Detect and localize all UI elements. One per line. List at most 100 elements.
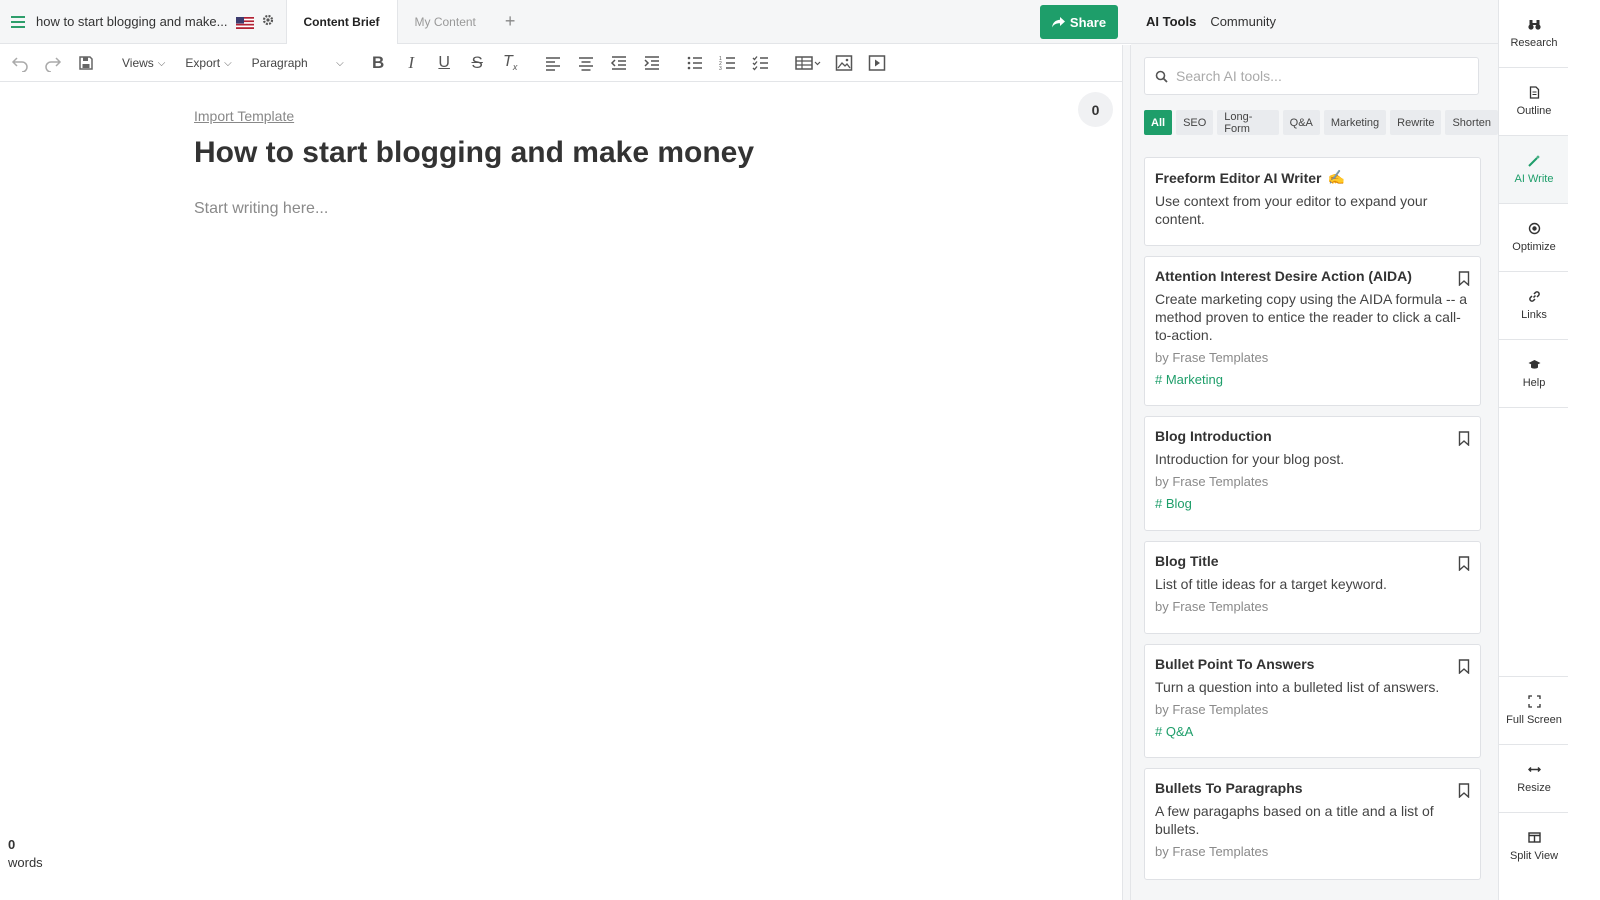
filter-marketing[interactable]: Marketing — [1323, 110, 1387, 135]
bookmark-icon[interactable] — [1458, 271, 1470, 286]
target-icon — [1528, 222, 1540, 235]
filter-all[interactable]: All — [1144, 110, 1173, 135]
sidebar-label: AI Write — [1514, 173, 1554, 185]
page-scrollbar[interactable] — [1568, 0, 1600, 900]
filter-shorten[interactable]: Shorten — [1445, 110, 1498, 135]
paragraph-style-select[interactable]: Paragraph ⌵ — [242, 47, 354, 80]
redo-icon[interactable] — [36, 47, 69, 80]
bookmark-icon[interactable] — [1458, 556, 1470, 571]
sidebar-item-optimize[interactable]: Optimize — [1499, 204, 1569, 272]
expand-icon — [1527, 695, 1541, 708]
undo-icon[interactable] — [3, 47, 36, 80]
bold-icon[interactable]: B — [362, 47, 395, 80]
paragraph-label: Paragraph — [251, 56, 308, 70]
editor-area[interactable]: Import Template 0 How to start blogging … — [0, 82, 1122, 900]
writing-hand-icon: ✍️ — [1327, 169, 1345, 185]
document-title[interactable]: how to start blogging and make... — [36, 14, 228, 29]
hamburger-menu-icon[interactable] — [0, 0, 36, 44]
import-template-link[interactable]: Import Template — [194, 108, 294, 124]
word-count-label: words — [8, 855, 43, 870]
tab-community[interactable]: Community — [1210, 14, 1276, 29]
template-card[interactable]: Bullets To Paragraphs A few paragaphs ba… — [1144, 768, 1481, 880]
tab-my-content[interactable]: My Content — [398, 0, 493, 44]
image-icon[interactable] — [828, 47, 861, 80]
card-title: Blog Introduction — [1155, 428, 1272, 444]
align-center-icon[interactable] — [570, 47, 603, 80]
document-heading[interactable]: How to start blogging and make money — [194, 136, 754, 170]
link-icon — [1528, 291, 1540, 302]
sidebar-item-resize[interactable]: Resize — [1499, 744, 1569, 812]
template-card[interactable]: Bullet Point To Answers Turn a question … — [1144, 644, 1481, 758]
share-button[interactable]: Share — [1040, 5, 1118, 39]
export-dropdown[interactable]: Export ⌵ — [175, 47, 241, 80]
clear-format-icon[interactable]: Tx — [494, 47, 527, 80]
tab-ai-tools[interactable]: AI Tools — [1146, 14, 1196, 29]
bookmark-icon[interactable] — [1458, 431, 1470, 446]
counter-badge[interactable]: 0 — [1078, 92, 1113, 127]
sidebar-item-help[interactable]: Help — [1499, 340, 1569, 408]
italic-icon[interactable]: I — [395, 47, 428, 80]
card-author: by Frase Templates — [1155, 844, 1269, 859]
outdent-icon[interactable] — [603, 47, 636, 80]
search-ai-tools[interactable] — [1144, 57, 1479, 95]
sidebar-item-research[interactable]: Research — [1499, 0, 1569, 68]
align-left-icon[interactable] — [537, 47, 570, 80]
checklist-icon[interactable] — [745, 47, 778, 80]
views-dropdown[interactable]: Views ⌵ — [112, 47, 175, 80]
table-icon[interactable] — [788, 47, 828, 80]
editor-toolbar: Views ⌵ Export ⌵ Paragraph ⌵ B I U S Tx … — [0, 45, 1122, 82]
filter-long-form[interactable]: Long-Form — [1217, 110, 1279, 135]
share-icon — [1051, 16, 1065, 27]
sidebar-bottom-actions: Full Screen Resize Split View — [1499, 676, 1569, 880]
card-description: Use context from your editor to expand y… — [1155, 193, 1428, 227]
bookmark-icon[interactable] — [1458, 659, 1470, 674]
graduation-cap-icon — [1528, 360, 1540, 369]
filter-qa[interactable]: Q&A — [1282, 110, 1320, 135]
sidebar-label: Full Screen — [1506, 714, 1562, 726]
card-tag[interactable]: # Blog — [1155, 496, 1470, 511]
chevron-down-icon: ⌵ — [336, 57, 344, 69]
numbered-list-icon[interactable]: 123 — [712, 47, 745, 80]
filter-chips: All SEO Long-Form Q&A Marketing Rewrite … — [1144, 110, 1498, 135]
video-icon[interactable] — [861, 47, 894, 80]
template-card[interactable]: Blog Introduction Introduction for your … — [1144, 416, 1481, 531]
search-input[interactable] — [1176, 68, 1466, 84]
template-card[interactable]: Freeform Editor AI Writer ✍️ Use context… — [1144, 157, 1481, 246]
sidebar-item-links[interactable]: Links — [1499, 272, 1569, 340]
sidebar-item-ai-write[interactable]: AI Write — [1499, 136, 1569, 204]
sidebar-item-full-screen[interactable]: Full Screen — [1499, 676, 1569, 744]
tool-sidebar: Research Outline AI Write Optimize Links… — [1498, 0, 1569, 900]
strikethrough-icon[interactable]: S — [461, 47, 494, 80]
card-title-row: Freeform Editor AI Writer ✍️ — [1155, 169, 1470, 186]
indent-icon[interactable] — [636, 47, 669, 80]
panel-resize-handle[interactable] — [1122, 45, 1131, 900]
card-title: Bullet Point To Answers — [1155, 656, 1315, 672]
card-tag[interactable]: # Marketing — [1155, 372, 1470, 387]
save-icon[interactable] — [69, 47, 102, 80]
us-flag-icon[interactable] — [235, 16, 254, 29]
tab-content-brief[interactable]: Content Brief — [285, 0, 398, 44]
add-tab-button[interactable]: + — [493, 11, 528, 32]
underline-icon[interactable]: U — [428, 47, 461, 80]
chevron-down-icon: ⌵ — [157, 57, 166, 69]
panel-tabs: AI Tools Community — [1131, 0, 1498, 44]
card-tag[interactable]: # Q&A — [1155, 724, 1470, 739]
share-label: Share — [1069, 14, 1107, 30]
bookmark-icon[interactable] — [1458, 783, 1470, 798]
svg-text:3: 3 — [719, 66, 722, 72]
filter-seo[interactable]: SEO — [1176, 110, 1214, 135]
bullet-list-icon[interactable] — [679, 47, 712, 80]
template-card[interactable]: Blog Title List of title ideas for a tar… — [1144, 541, 1481, 634]
gear-icon[interactable] — [262, 14, 274, 29]
filter-rewrite[interactable]: Rewrite — [1390, 110, 1442, 135]
resize-horizontal-icon — [1527, 766, 1541, 773]
top-bar: how to start blogging and make... Conten… — [0, 0, 1131, 44]
sidebar-item-outline[interactable]: Outline — [1499, 68, 1569, 136]
template-card[interactable]: Attention Interest Desire Action (AIDA) … — [1144, 256, 1481, 406]
template-list: Freeform Editor AI Writer ✍️ Use context… — [1144, 157, 1481, 890]
card-author: by Frase Templates — [1155, 350, 1269, 365]
word-count-value: 0 — [8, 837, 16, 852]
card-description: Turn a question into a bulleted list of … — [1155, 679, 1440, 695]
editor-placeholder[interactable]: Start writing here... — [194, 200, 328, 218]
sidebar-item-split-view[interactable]: Split View — [1499, 812, 1569, 880]
